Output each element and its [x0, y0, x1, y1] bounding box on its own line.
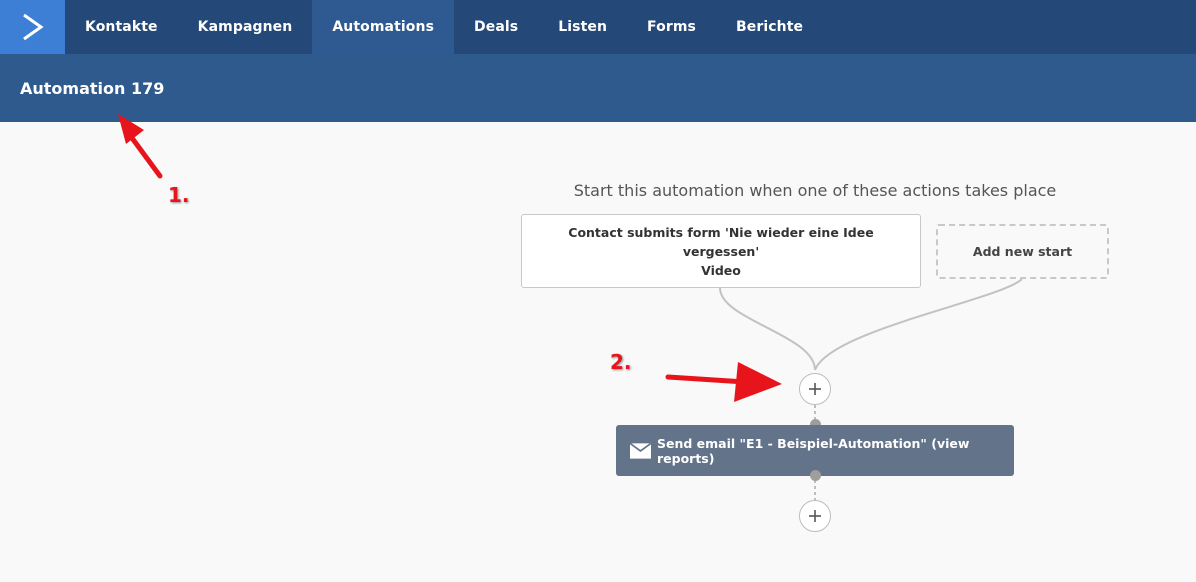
nav-item-forms[interactable]: Forms	[627, 0, 716, 54]
add-action-button-top[interactable]	[799, 373, 831, 405]
app-logo[interactable]	[0, 0, 65, 54]
nav-item-automations[interactable]: Automations	[312, 0, 455, 54]
chevron-right-logo-icon	[22, 13, 44, 41]
trigger-form-submit[interactable]: Contact submits form 'Nie wieder eine Id…	[521, 214, 921, 288]
plus-icon	[809, 383, 821, 395]
annotation-marker-1: 1.	[168, 183, 190, 207]
nav-item-kontakte[interactable]: Kontakte	[65, 0, 178, 54]
annotation-arrow-1	[118, 114, 163, 179]
send-email-action[interactable]: Send email "E1 - Beispiel-Automation" (v…	[616, 425, 1014, 476]
trigger-label-line1: Contact submits form 'Nie wieder eine Id…	[568, 224, 874, 259]
add-new-start-label: Add new start	[972, 244, 1073, 259]
connector-dot-bottom	[810, 470, 821, 481]
envelope-icon	[630, 442, 651, 459]
send-email-label: Send email "E1 - Beispiel-Automation" (v…	[656, 435, 970, 466]
trigger-label-line2: Video	[701, 262, 741, 278]
plus-icon	[809, 510, 821, 522]
add-new-start-button[interactable]: Add new start	[936, 224, 1109, 279]
annotation-marker-2: 2.	[610, 350, 632, 374]
nav-item-listen[interactable]: Listen	[538, 0, 627, 54]
page-title[interactable]: Automation 179	[20, 79, 164, 98]
add-action-button-bottom[interactable]	[799, 500, 831, 532]
annotation-arrow-2	[665, 362, 782, 402]
nav-item-berichte[interactable]: Berichte	[716, 0, 823, 54]
title-bar: Automation 179	[0, 54, 1196, 122]
start-heading: Start this automation when one of these …	[573, 181, 1057, 200]
nav-item-kampagnen[interactable]: Kampagnen	[178, 0, 313, 54]
trigger-label: Contact submits form 'Nie wieder eine Id…	[532, 223, 910, 280]
nav-item-deals[interactable]: Deals	[454, 0, 538, 54]
top-navigation: Kontakte Kampagnen Automations Deals Lis…	[0, 0, 1196, 54]
